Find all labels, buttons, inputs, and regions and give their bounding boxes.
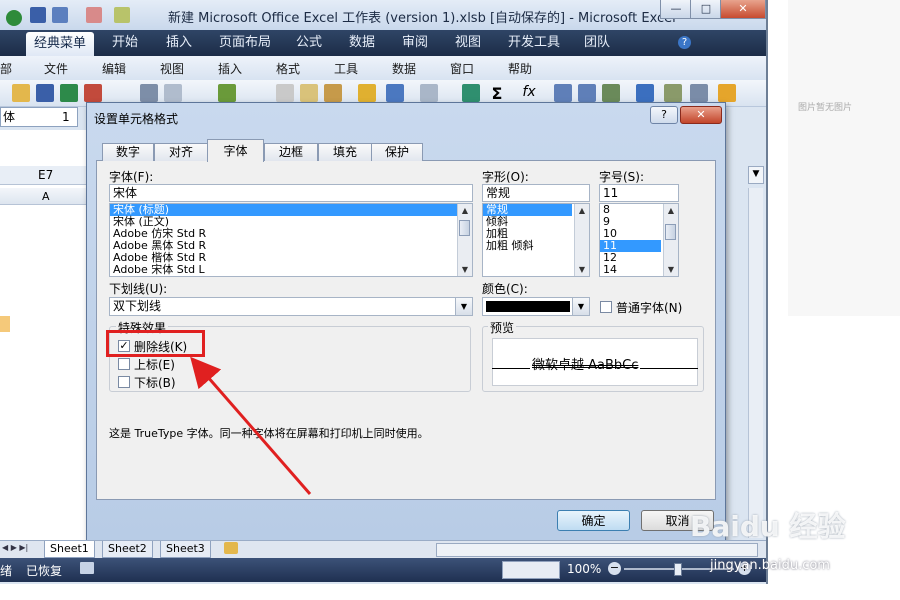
baidu-watermark: Baidu 经验 <box>690 510 846 543</box>
tab-font[interactable]: 字体 <box>207 139 264 162</box>
baidu-watermark-url: jingyan.baidu.com <box>710 558 830 573</box>
